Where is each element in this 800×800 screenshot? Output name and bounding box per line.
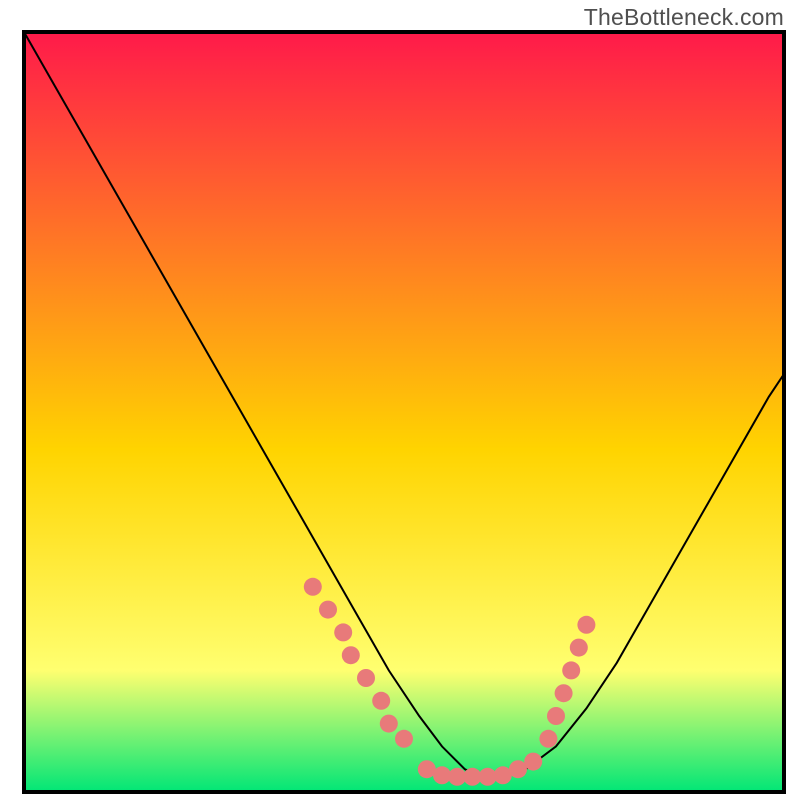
- right-cluster-dots: [547, 707, 565, 725]
- chart-container: { "watermark": "TheBottleneck.com", "cha…: [0, 0, 800, 800]
- chart-svg: [0, 0, 800, 800]
- left-cluster-dots: [319, 601, 337, 619]
- trough-dots: [524, 753, 542, 771]
- left-cluster-dots: [372, 692, 390, 710]
- right-cluster-dots: [570, 639, 588, 657]
- gradient-background: [24, 32, 784, 792]
- right-cluster-dots: [555, 684, 573, 702]
- right-cluster-dots: [562, 661, 580, 679]
- left-cluster-dots: [357, 669, 375, 687]
- right-cluster-dots: [577, 616, 595, 634]
- trough-dots: [479, 768, 497, 786]
- left-cluster-dots: [380, 715, 398, 733]
- left-cluster-dots: [304, 578, 322, 596]
- right-cluster-dots: [539, 730, 557, 748]
- left-cluster-dots: [395, 730, 413, 748]
- left-cluster-dots: [334, 623, 352, 641]
- trough-dots: [433, 766, 451, 784]
- watermark-text: TheBottleneck.com: [584, 4, 784, 31]
- left-cluster-dots: [342, 646, 360, 664]
